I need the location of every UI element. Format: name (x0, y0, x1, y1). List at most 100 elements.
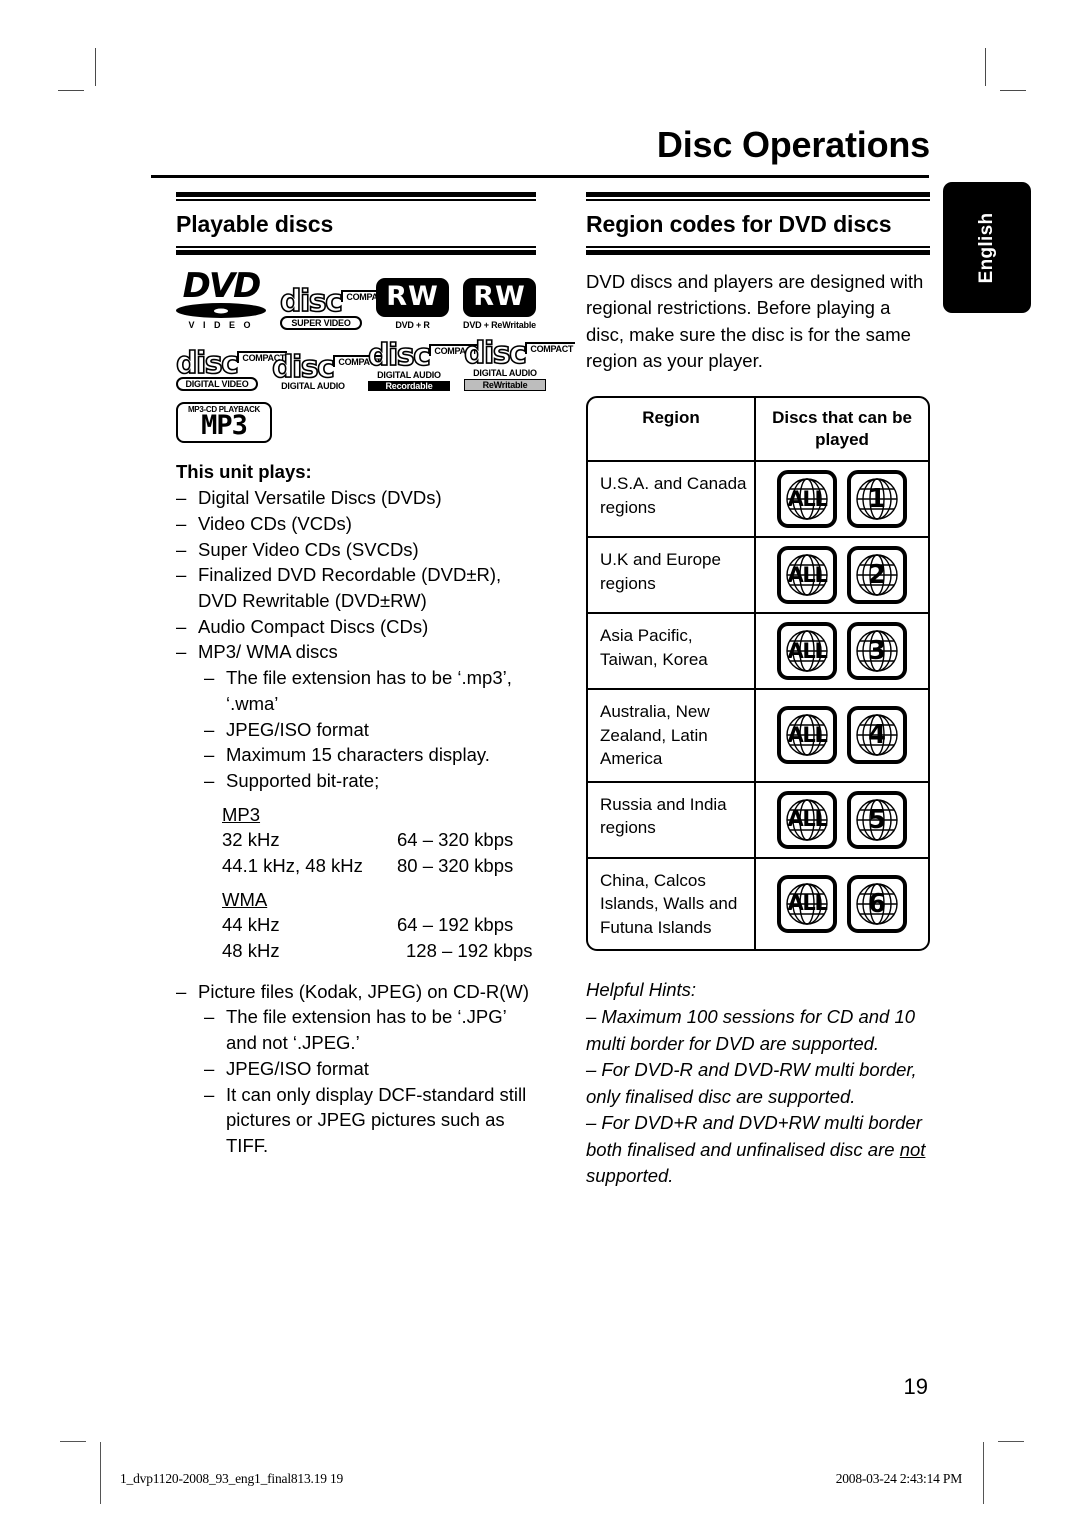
list-item: – It can only display DCF-standard still… (204, 1082, 536, 1159)
dash-marker: – (204, 769, 215, 791)
list-item: – MP3/ WMA discs (176, 639, 536, 665)
list-item: – Finalized DVD Recordable (DVD±R), DVD … (176, 562, 536, 613)
crop-tick-bottom-left (60, 1441, 86, 1442)
dvd-plus-r-logo: RW DVD + R (376, 278, 449, 330)
page-title: Disc Operations (656, 124, 930, 165)
region-name: U.S.A. and Canada regions (588, 462, 756, 537)
list-item-text: The file extension has to be ‘.JPG’ and … (226, 1006, 507, 1054)
globe-region-icon: 5 (847, 790, 907, 849)
cd-digital-audio-sub: DIGITAL AUDIO (281, 381, 345, 392)
cd-super-video-sub: SUPER VIDEO (280, 315, 362, 331)
helpful-hints-title: Helpful Hints: (586, 978, 697, 1000)
cd-rewritable-compact: COMPACT (525, 341, 576, 354)
bitrate-value: 64 – 320 kbps (397, 828, 514, 850)
globe-all-icon: ALL (777, 790, 837, 849)
hint-item: supported. (586, 1165, 674, 1187)
dvd-video-logo-main: DVD (182, 266, 262, 306)
globe-label: 4 (867, 720, 887, 751)
bitrate-frequency: 44 kHz (222, 914, 280, 936)
globe-region-icon: 1 (847, 470, 907, 529)
section-rule-top-right (586, 192, 930, 201)
language-tab-english: English (943, 182, 1031, 313)
dvd-plus-rewritable-logo: RW DVD + ReWritable (463, 278, 536, 330)
globe-region-icon: 6 (847, 874, 907, 933)
globe-all-icon: ALL (777, 874, 837, 933)
crop-tick-right (1000, 90, 1026, 91)
cd-rewritable-sub: DIGITAL AUDIO (473, 367, 537, 378)
list-item-text: Maximum 15 characters display. (226, 744, 490, 766)
bitrate-frequency: 48 kHz (222, 940, 280, 962)
table-row: 32 kHz 64 – 320 kbps (222, 827, 536, 853)
language-tab-label: English (976, 212, 997, 283)
logo-row-2: disc COMPACT DIGITAL VIDEO disc COMPACT … (175, 336, 576, 392)
crop-mark-bottom-left (100, 1442, 101, 1504)
dash-marker: – (204, 667, 215, 689)
helpful-hints: Helpful Hints: – Maximum 100 sessions fo… (586, 977, 930, 1190)
list-item-text: Super Video CDs (SVCDs) (198, 538, 419, 560)
page-number: 19 (903, 1374, 928, 1399)
globe-label: ALL (787, 638, 827, 663)
dash-marker: – (176, 564, 187, 586)
crop-mark-top-right (985, 48, 986, 86)
region-disc-icons: ALL 1 (756, 462, 928, 536)
title-divider (151, 175, 929, 178)
crop-tick-bottom-right (998, 1441, 1024, 1442)
globe-all-icon: ALL (777, 470, 837, 529)
region-disc-icons: ALL 6 (756, 859, 928, 949)
section-heading-region-codes: Region codes for DVD discs (586, 211, 892, 237)
dvd-video-logo-ellipse (176, 303, 266, 319)
cd-rewritable-main: disc (463, 336, 528, 372)
globe-all-icon: ALL (777, 546, 837, 605)
hint-item: – Maximum 100 sessions for CD and 10 mul… (586, 1006, 916, 1054)
table-header-row: Region Discs that can be played (588, 398, 928, 461)
cd-rewritable-sub2: ReWritable (464, 379, 546, 392)
list-item-text: It can only display DCF-standard still p… (226, 1083, 527, 1156)
footer-timestamp: 2008-03-24 2:43:14 PM (835, 1471, 963, 1486)
cd-digital-video-sub: DIGITAL VIDEO (176, 377, 258, 392)
table-row: 44 kHz 64 – 192 kbps (222, 912, 536, 938)
dash-marker: – (204, 1057, 215, 1079)
region-disc-icons: ALL 4 (756, 690, 928, 780)
bitrate-value: 80 – 320 kbps (397, 854, 514, 876)
globe-label: 2 (867, 560, 887, 591)
dvd-plus-rewritable-main: RW (463, 278, 536, 318)
cd-digital-video-main: disc (175, 345, 240, 381)
hint-underlined-word: not (899, 1138, 926, 1160)
this-unit-plays-heading: This unit plays: (176, 461, 312, 483)
globe-label: 3 (867, 636, 887, 667)
logo-row-1: DVD V I D E O disc COMPACT SUPER VIDEO R… (176, 266, 536, 331)
list-item-text: Audio Compact Discs (CDs) (198, 615, 429, 637)
dash-marker: – (176, 641, 187, 663)
bitrate-table-wma: WMA 44 kHz 64 – 192 kbps 48 kHz 128 – 19… (222, 889, 536, 965)
dvd-plus-r-main: RW (376, 278, 449, 318)
crop-mark-top-left (95, 48, 96, 86)
left-column: Playable discs DVD V I D E O disc COMPAC… (175, 192, 576, 1159)
dash-marker: – (204, 1006, 215, 1028)
list-item-text: Picture files (Kodak, JPEG) on CD-R(W) (198, 980, 530, 1002)
compact-disc-digital-video-logo: disc COMPACT DIGITAL VIDEO (175, 345, 288, 392)
region-name: Australia, New Zealand, Latin America (588, 690, 756, 781)
mp3-cd-playback-logo: MP3-CD PLAYBACK MP3 (176, 402, 272, 444)
dvd-video-logo-sub: V I D E O (188, 320, 254, 331)
list-item-text: JPEG/ISO format (226, 718, 369, 740)
list-item: – The file extension has to be ‘.JPG’ an… (204, 1004, 536, 1055)
globe-all-icon: ALL (777, 622, 837, 681)
section-rule-top-left (176, 192, 536, 201)
region-name: U.K and Europe regions (588, 538, 756, 613)
region-disc-icons: ALL 5 (756, 783, 928, 857)
globe-label: ALL (787, 486, 827, 511)
column-header-discs: Discs that can be played (772, 408, 912, 450)
globe-region-icon: 3 (847, 622, 907, 681)
list-item: – JPEG/ISO format (204, 1056, 536, 1082)
compact-disc-recordable-logo: disc COMPACT DIGITAL AUDIO Recordable (367, 340, 480, 392)
section-rule-bottom-left (176, 246, 536, 255)
table-row: Asia Pacific, Taiwan, Korea ALL 3 (588, 612, 928, 689)
list-item: – Video CDs (VCDs) (176, 511, 536, 537)
globe-region-icon: 2 (847, 546, 907, 605)
dash-marker: – (176, 615, 187, 637)
globe-label: ALL (787, 807, 827, 832)
region-disc-icons: ALL 3 (756, 614, 928, 688)
list-item: – The file extension has to be ‘.mp3’, ‘… (204, 665, 536, 716)
dvd-video-logo: DVD V I D E O (176, 266, 266, 331)
globe-label: ALL (787, 891, 827, 916)
